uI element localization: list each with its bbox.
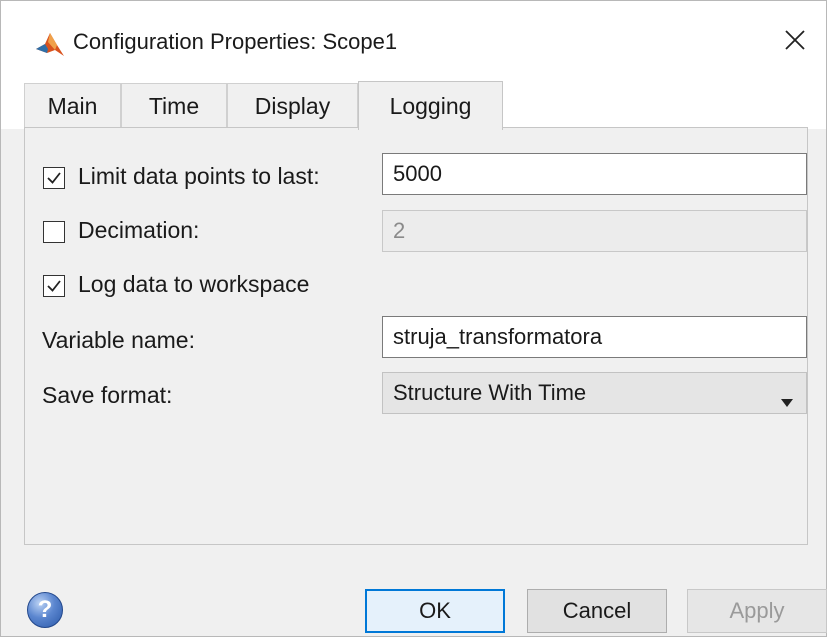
limit-data-points-label: Limit data points to last: [78, 163, 320, 189]
decimation-input[interactable]: 2 [382, 210, 807, 252]
help-icon[interactable]: ? [27, 592, 63, 628]
variable-name-input[interactable]: struja_transformatora [382, 316, 807, 358]
window-title: Configuration Properties: Scope1 [73, 29, 398, 54]
log-to-workspace-label: Log data to workspace [78, 271, 310, 297]
cancel-button[interactable]: Cancel [527, 589, 667, 633]
tab-main[interactable]: Main [24, 83, 121, 129]
limit-data-points-checkbox[interactable] [43, 167, 65, 189]
decimation-label: Decimation: [78, 217, 200, 243]
log-to-workspace-checkbox[interactable] [43, 275, 65, 297]
save-format-label: Save format: [42, 382, 173, 408]
matlab-logo-icon [35, 31, 65, 57]
decimation-checkbox[interactable] [43, 221, 65, 243]
checkmark-icon [47, 172, 61, 184]
tab-logging[interactable]: Logging [358, 81, 503, 130]
variable-name-label: Variable name: [42, 327, 195, 353]
title-bar: Configuration Properties: Scope1 [1, 1, 826, 81]
ok-button[interactable]: OK [365, 589, 505, 633]
limit-data-points-input[interactable]: 5000 [382, 153, 807, 195]
save-format-value: Structure With Time [393, 380, 587, 405]
logging-panel: Limit data points to last: 5000 Decimati… [24, 127, 808, 545]
tab-strip: Main Time Display Logging [1, 81, 826, 130]
tab-time[interactable]: Time [121, 83, 227, 129]
configuration-properties-dialog: Configuration Properties: Scope1 Main Ti… [0, 0, 827, 637]
close-icon[interactable] [778, 23, 812, 57]
chevron-down-icon [780, 388, 794, 414]
save-format-dropdown[interactable]: Structure With Time [382, 372, 807, 414]
dialog-footer: ? OK Cancel Apply [1, 549, 827, 638]
tab-display[interactable]: Display [227, 83, 358, 129]
apply-button[interactable]: Apply [687, 589, 827, 633]
checkmark-icon [47, 280, 61, 292]
